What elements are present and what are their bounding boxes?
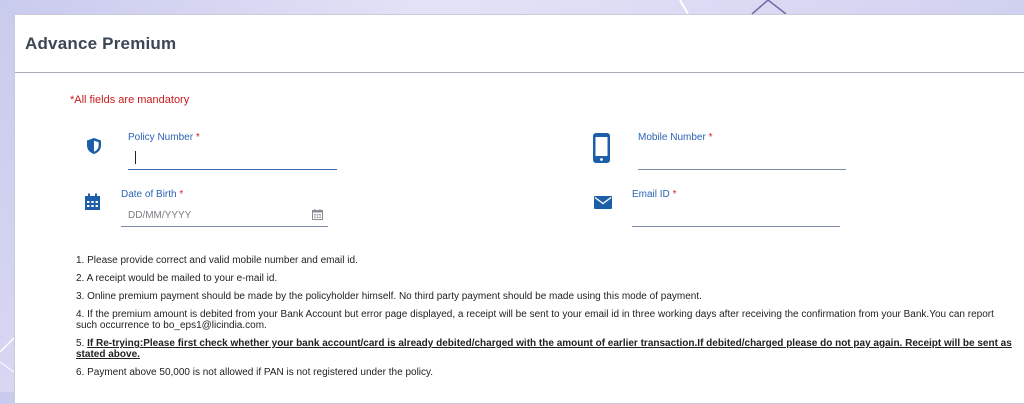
retry-warning: If Re-trying:Please first check whether … [76,338,1012,360]
envelope-icon [594,196,612,209]
calendar-small-icon[interactable] [312,209,323,220]
instruction-item: 2. A receipt would be mailed to your e-m… [76,273,278,284]
instruction-item: 1. Please provide correct and valid mobi… [76,255,358,266]
date-of-birth-underline [121,226,328,227]
instruction-item: 4. If the premium amount is debited from… [76,309,994,331]
mobile-phone-icon [593,133,610,163]
page-title: Advance Premium [25,33,177,53]
email-id-input[interactable] [632,226,840,227]
date-of-birth-input[interactable]: DD/MM/YYYY [128,210,191,221]
instructions-list: 1. Please provide correct and valid mobi… [76,255,1024,385]
shield-icon [87,138,101,154]
instruction-item-warning: 5. If Re-trying:Please first check wheth… [76,338,1012,360]
card-header: Advance Premium [15,15,1024,73]
date-of-birth-label: Date of Birth * [121,189,184,200]
mobile-number-input[interactable] [638,169,846,170]
instruction-item: 3. Online premium payment should be made… [76,291,702,302]
policy-number-input[interactable] [128,169,337,170]
email-id-label: Email ID * [632,189,677,200]
instruction-item: 6. Payment above 50,000 is not allowed i… [76,367,434,378]
calendar-icon [85,193,100,210]
mobile-number-label: Mobile Number * [638,132,713,143]
policy-number-caret [135,151,136,164]
mandatory-fields-note: *All fields are mandatory [70,94,190,106]
policy-number-label: Policy Number * [128,132,200,143]
